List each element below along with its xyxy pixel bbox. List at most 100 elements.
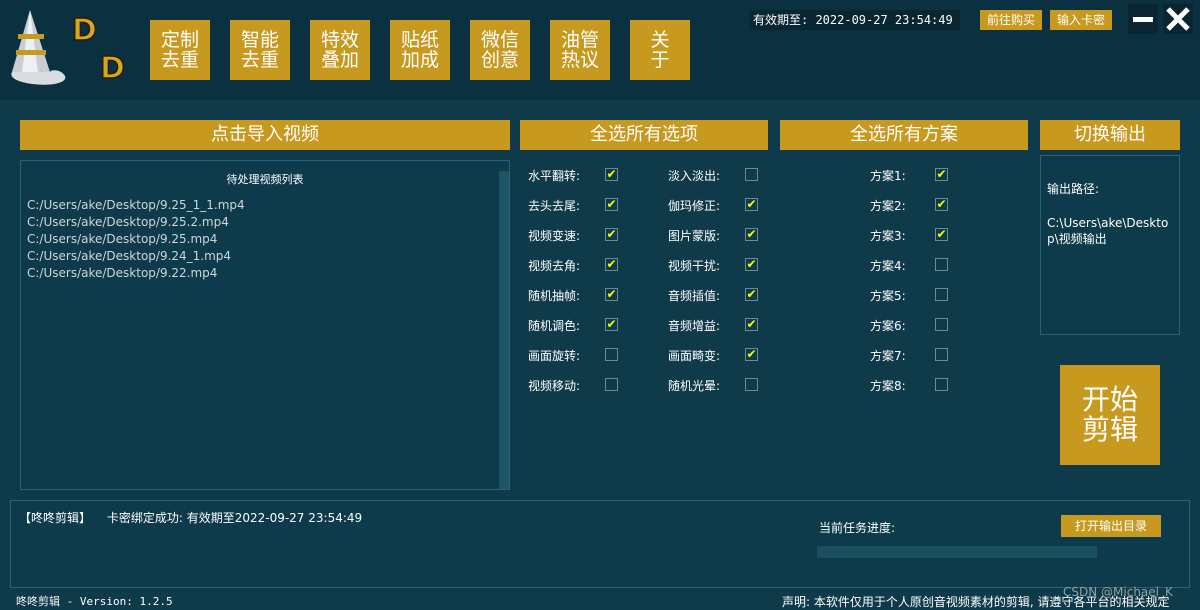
option-checkbox-random-halo[interactable] bbox=[745, 378, 758, 391]
log-panel: 【咚咚剪辑】 卡密绑定成功: 有效期至2022-09-27 23:54:49 当… bbox=[10, 500, 1190, 588]
list-item[interactable]: C:/Users/ake/Desktop/9.25.mp4 bbox=[21, 231, 509, 248]
option-label: 水平翻转: bbox=[528, 169, 581, 183]
option-checkbox-move[interactable] bbox=[605, 378, 618, 391]
option-checkbox-audio-gain[interactable] bbox=[745, 318, 758, 331]
scheme-label: 方案5: bbox=[870, 289, 906, 303]
scheme-checkbox-3[interactable] bbox=[935, 228, 948, 241]
nav-wechat-creative-button[interactable]: 微信 创意 bbox=[470, 20, 530, 80]
option-checkbox-rotate[interactable] bbox=[605, 348, 618, 361]
scheme-checkbox-8[interactable] bbox=[935, 378, 948, 391]
output-path-line: p\视频输出 bbox=[1047, 232, 1107, 246]
option-checkbox-image-mask[interactable] bbox=[745, 228, 758, 241]
nav-label-line1: 油管 bbox=[560, 29, 599, 51]
scheme-checkbox-1[interactable] bbox=[935, 168, 948, 181]
watermark-text: CSDN @Michael_K bbox=[1063, 585, 1173, 599]
video-file-list[interactable]: 待处理视频列表 C:/Users/ake/Desktop/9.25_1_1.mp… bbox=[20, 160, 510, 490]
option-label: 伽玛修正: bbox=[668, 199, 721, 213]
open-output-dir-button[interactable]: 打开输出目录 bbox=[1061, 515, 1161, 537]
switch-output-button[interactable]: 切换输出 bbox=[1040, 120, 1180, 150]
top-bar: D D 定制 去重 智能 去重 特效 叠加 贴纸 加成 微信 创意 油管 热议 … bbox=[0, 0, 1200, 100]
list-item[interactable]: C:/Users/ake/Desktop/9.25_1_1.mp4 bbox=[21, 197, 509, 214]
output-path-line: C:\Users\ake\Deskto bbox=[1047, 216, 1169, 230]
scheme-label: 方案6: bbox=[870, 319, 906, 333]
log-tag: 【咚咚剪辑】 bbox=[19, 511, 92, 525]
minimize-button[interactable] bbox=[1128, 4, 1158, 34]
scheme-checkbox-6[interactable] bbox=[935, 318, 948, 331]
list-item[interactable]: C:/Users/ake/Desktop/9.22.mp4 bbox=[21, 265, 509, 282]
logo-letter-d-1: D bbox=[72, 13, 97, 48]
select-all-options-button[interactable]: 全选所有选项 bbox=[520, 120, 768, 150]
option-checkbox-fade[interactable] bbox=[745, 168, 758, 181]
nav-label-line1: 贴纸 bbox=[400, 29, 439, 51]
scheme-checkbox-2[interactable] bbox=[935, 198, 948, 211]
select-all-schemes-button[interactable]: 全选所有方案 bbox=[780, 120, 1028, 150]
file-list-title: 待处理视频列表 bbox=[226, 173, 304, 186]
option-checkbox-gamma[interactable] bbox=[745, 198, 758, 211]
log-message: 卡密绑定成功: 有效期至2022-09-27 23:54:49 bbox=[106, 511, 363, 525]
option-label: 去头去尾: bbox=[528, 199, 581, 213]
nav-label-line2: 于 bbox=[650, 49, 670, 71]
version-text: 咚咚剪辑 - Version: 1.2.5 bbox=[16, 595, 173, 608]
option-checkbox-speed-change[interactable] bbox=[605, 228, 618, 241]
scheme-checkbox-7[interactable] bbox=[935, 348, 948, 361]
nav-effects-overlay-button[interactable]: 特效 叠加 bbox=[310, 20, 370, 80]
buy-button[interactable]: 前往购买 bbox=[980, 10, 1042, 30]
app-logo: D D bbox=[11, 10, 126, 87]
option-checkbox-remove-corner[interactable] bbox=[605, 258, 618, 271]
scheme-label: 方案8: bbox=[870, 379, 906, 393]
close-button[interactable] bbox=[1163, 4, 1193, 34]
output-path-label: 输出路径: bbox=[1047, 182, 1100, 196]
nav-about-button[interactable]: 关 于 bbox=[630, 20, 690, 80]
option-checkbox-random-frame-drop[interactable] bbox=[605, 288, 618, 301]
nav-label-line1: 微信 bbox=[480, 29, 519, 51]
nav-sticker-bonus-button[interactable]: 贴纸 加成 bbox=[390, 20, 450, 80]
option-label: 图片蒙版: bbox=[668, 229, 721, 243]
expiry-date: 有效期至: 2022-09-27 23:54:49 bbox=[750, 10, 960, 30]
import-video-button[interactable]: 点击导入视频 bbox=[20, 120, 510, 150]
nav-label-line2: 热议 bbox=[560, 49, 599, 71]
nav-label-line1: 智能 bbox=[240, 29, 279, 51]
option-checkbox-audio-interp[interactable] bbox=[745, 288, 758, 301]
enter-card-key-button[interactable]: 输入卡密 bbox=[1050, 10, 1112, 30]
progress-bar bbox=[817, 546, 1097, 558]
nav-label-line1: 关 bbox=[650, 29, 670, 51]
list-item[interactable]: C:/Users/ake/Desktop/9.25.2.mp4 bbox=[21, 214, 509, 231]
nav-label-line2: 去重 bbox=[160, 49, 199, 71]
scheme-label: 方案3: bbox=[870, 229, 906, 243]
option-checkbox-random-color[interactable] bbox=[605, 318, 618, 331]
option-label: 音频插值: bbox=[668, 289, 721, 303]
option-label: 视频变速: bbox=[528, 229, 581, 243]
option-checkbox-trim-head-tail[interactable] bbox=[605, 198, 618, 211]
nav-smart-dedup-button[interactable]: 智能 去重 bbox=[230, 20, 290, 80]
file-list-items: C:/Users/ake/Desktop/9.25_1_1.mp4 C:/Use… bbox=[21, 197, 509, 282]
log-line: 【咚咚剪辑】 卡密绑定成功: 有效期至2022-09-27 23:54:49 bbox=[19, 509, 362, 526]
option-label: 音频增益: bbox=[668, 319, 721, 333]
nav-label-line2: 叠加 bbox=[320, 49, 359, 71]
output-path-value: C:\Users\ake\Deskto p\视频输出 bbox=[1047, 215, 1179, 247]
minimize-icon bbox=[1133, 17, 1153, 22]
start-edit-button[interactable]: 开始 剪辑 bbox=[1060, 365, 1160, 465]
option-checkbox-distortion[interactable] bbox=[745, 348, 758, 361]
option-checkbox-horizontal-flip[interactable] bbox=[605, 168, 618, 181]
start-label-line2: 剪辑 bbox=[1081, 413, 1138, 446]
nav-label-line2: 加成 bbox=[400, 49, 439, 71]
option-label: 淡入淡出: bbox=[668, 169, 721, 183]
option-label: 视频移动: bbox=[528, 379, 581, 393]
scheme-label: 方案7: bbox=[870, 349, 906, 363]
output-path-panel: 输出路径: C:\Users\ake\Deskto p\视频输出 bbox=[1040, 155, 1180, 335]
list-item[interactable]: C:/Users/ake/Desktop/9.24_1.mp4 bbox=[21, 248, 509, 265]
option-checkbox-interference[interactable] bbox=[745, 258, 758, 271]
nav-youtube-trending-button[interactable]: 油管 热议 bbox=[550, 20, 610, 80]
nav-label-line1: 定制 bbox=[160, 29, 199, 51]
option-label: 视频去角: bbox=[528, 259, 581, 273]
progress-label: 当前任务进度: bbox=[819, 521, 896, 535]
scheme-label: 方案4: bbox=[870, 259, 906, 273]
option-label: 画面畸变: bbox=[668, 349, 721, 363]
scheme-label: 方案2: bbox=[870, 199, 906, 213]
scheme-checkbox-5[interactable] bbox=[935, 288, 948, 301]
scheme-checkbox-4[interactable] bbox=[935, 258, 948, 271]
nav-custom-dedup-button[interactable]: 定制 去重 bbox=[150, 20, 210, 80]
file-list-scrollbar[interactable] bbox=[499, 171, 509, 489]
close-icon bbox=[1166, 7, 1190, 31]
option-label: 随机抽帧: bbox=[528, 289, 581, 303]
